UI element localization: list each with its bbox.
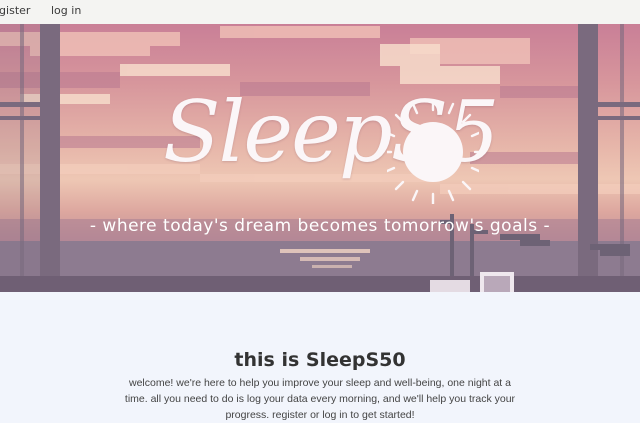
intro-text: welcome! we're here to help you improve … — [124, 376, 516, 421]
sun-icon — [387, 100, 479, 204]
hero-tagline: - where today's dream becomes tomorrow's… — [89, 216, 551, 236]
main-content: this is SleepS50 welcome! we're here to … — [0, 292, 640, 421]
hero-banner: SleepS5 - where today's dream becomes to… — [0, 24, 640, 292]
top-nav: register log in — [0, 0, 640, 24]
register-link[interactable]: register — [0, 4, 30, 17]
page-title: this is SleepS50 — [234, 348, 406, 371]
login-link[interactable]: log in — [51, 4, 81, 17]
